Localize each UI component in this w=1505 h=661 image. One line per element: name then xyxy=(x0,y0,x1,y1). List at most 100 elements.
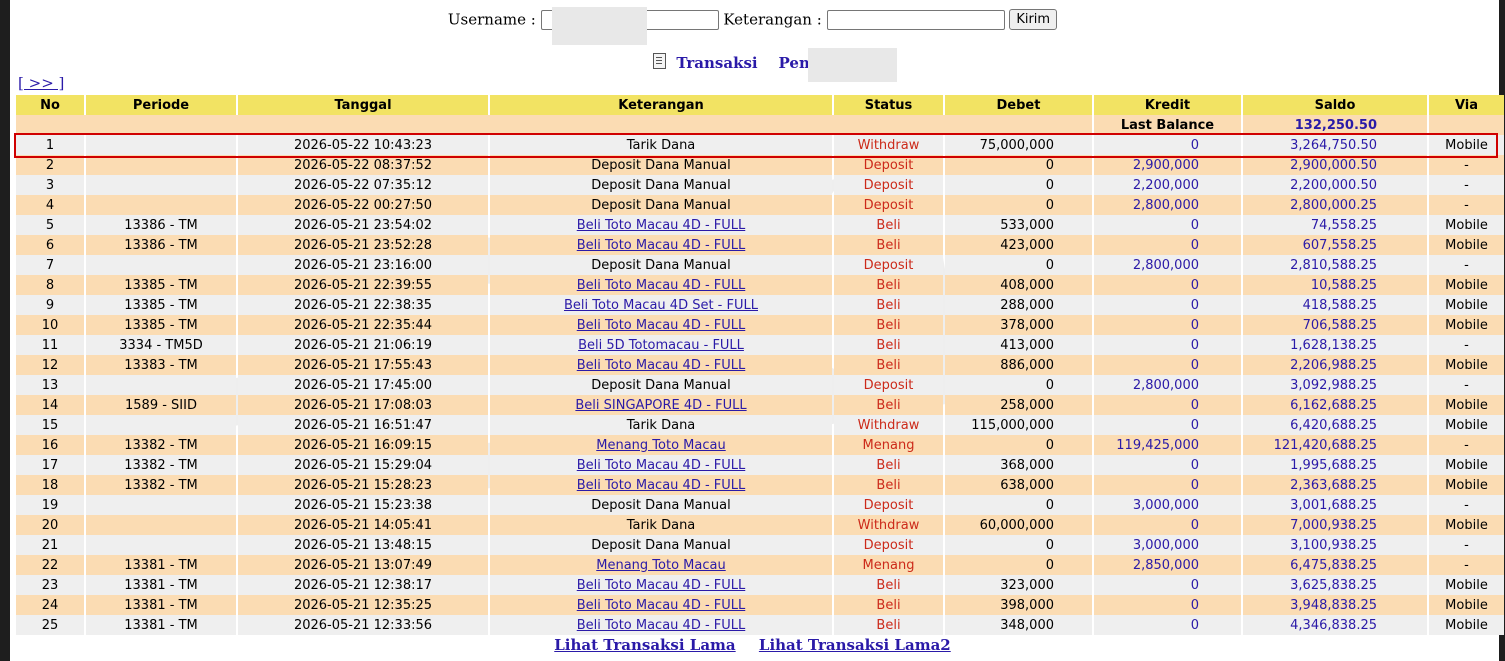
table-row: 1 2026-05-22 10:43:23 Tarik Dana Withdraw 75… xyxy=(16,135,1504,155)
cell-kredit: 2,800,000 xyxy=(1094,255,1241,275)
cell-debet: 368,000 xyxy=(945,455,1092,475)
lihat-transaksi-lama-link[interactable]: Lihat Transaksi Lama xyxy=(554,636,735,654)
cell-status: Beli xyxy=(834,395,943,415)
search-form: Username : Keterangan : Kirim xyxy=(0,9,1505,30)
cell-kredit: 0 xyxy=(1094,135,1241,155)
cell-debet: 60,000,000 xyxy=(945,515,1092,535)
header-debet: Debet xyxy=(945,95,1092,115)
keterangan-link[interactable]: Beli Toto Macau 4D Set - FULL xyxy=(564,298,758,313)
cell-no: 18 xyxy=(16,475,84,495)
keterangan-link[interactable]: Beli Toto Macau 4D - FULL xyxy=(577,238,746,253)
keterangan-link[interactable]: Beli Toto Macau 4D - FULL xyxy=(577,318,746,333)
cell-keterangan: Deposit Dana Manual xyxy=(490,155,832,175)
table-row: 5 13386 - TM 2026-05-21 23:54:02 Beli Toto … xyxy=(16,215,1504,235)
cell-saldo: 607,558.25 xyxy=(1243,235,1427,255)
keterangan-label: Keterangan : xyxy=(723,10,822,29)
kirim-button[interactable]: Kirim xyxy=(1009,9,1058,30)
table-row: 17 13382 - TM 2026-05-21 15:29:04 Beli Toto… xyxy=(16,455,1504,475)
table-row: 14 1589 - SIID 2026-05-21 17:08:03 Beli SIN… xyxy=(16,395,1504,415)
cell-status: Deposit xyxy=(834,495,943,515)
cell-saldo: 3,100,938.25 xyxy=(1243,535,1427,555)
cell-no: 2 xyxy=(16,155,84,175)
transactions-table: No Periode Tanggal Keterangan Status Deb… xyxy=(14,95,1505,635)
cell-tanggal: 2026-05-21 22:38:35 xyxy=(238,295,488,315)
cell-no: 22 xyxy=(16,555,84,575)
last-balance-value: 132,250.50 xyxy=(1243,115,1427,135)
cell-saldo: 2,200,000.50 xyxy=(1243,175,1427,195)
cell-via: Mobile xyxy=(1429,455,1504,475)
cell-saldo: 3,001,688.25 xyxy=(1243,495,1427,515)
keterangan-link[interactable]: Beli Toto Macau 4D - FULL xyxy=(577,578,746,593)
cell-no: 13 xyxy=(16,375,84,395)
cell-via: Mobile xyxy=(1429,295,1504,315)
cell-status: Withdraw xyxy=(834,515,943,535)
cell-status: Beli xyxy=(834,315,943,335)
cell-status: Beli xyxy=(834,235,943,255)
keterangan-link[interactable]: Beli Toto Macau 4D - FULL xyxy=(577,278,746,293)
cell-keterangan: Beli Toto Macau 4D - FULL xyxy=(490,215,832,235)
cell-no: 23 xyxy=(16,575,84,595)
keterangan-link[interactable]: Beli Toto Macau 4D - FULL xyxy=(577,598,746,613)
cell-no: 20 xyxy=(16,515,84,535)
cell-via: - xyxy=(1429,195,1504,215)
cell-keterangan: Beli Toto Macau 4D - FULL xyxy=(490,575,832,595)
cell-status: Beli xyxy=(834,215,943,235)
cell-saldo: 7,000,938.25 xyxy=(1243,515,1427,535)
title-transaksi: Transaksi xyxy=(676,54,758,72)
cell-kredit: 0 xyxy=(1094,475,1241,495)
cell-debet: 0 xyxy=(945,535,1092,555)
cell-tanggal: 2026-05-21 23:54:02 xyxy=(238,215,488,235)
table-row: 22 13381 - TM 2026-05-21 13:07:49 Menang To… xyxy=(16,555,1504,575)
cell-kredit: 0 xyxy=(1094,395,1241,415)
cell-saldo: 6,420,688.25 xyxy=(1243,415,1427,435)
left-edge-bar xyxy=(0,0,10,661)
cell-kredit: 0 xyxy=(1094,235,1241,255)
bottom-links: Lihat Transaksi Lama Lihat Transaksi Lam… xyxy=(0,636,1505,654)
keterangan-link[interactable]: Beli Toto Macau 4D - FULL xyxy=(577,458,746,473)
cell-saldo: 2,810,588.25 xyxy=(1243,255,1427,275)
cell-no: 6 xyxy=(16,235,84,255)
keterangan-link[interactable]: Menang Toto Macau xyxy=(596,438,725,453)
keterangan-link[interactable]: Beli Toto Macau 4D - FULL xyxy=(577,358,746,373)
keterangan-link[interactable]: Beli Toto Macau 4D - FULL xyxy=(577,618,746,633)
cell-debet: 638,000 xyxy=(945,475,1092,495)
cell-status: Beli xyxy=(834,275,943,295)
cell-kredit: 0 xyxy=(1094,415,1241,435)
cell-saldo: 74,558.25 xyxy=(1243,215,1427,235)
lihat-transaksi-lama2-link[interactable]: Lihat Transaksi Lama2 xyxy=(759,636,951,654)
cell-status: Beli xyxy=(834,595,943,615)
cell-no: 14 xyxy=(16,395,84,415)
cell-tanggal: 2026-05-21 15:29:04 xyxy=(238,455,488,475)
cell-kredit: 2,800,000 xyxy=(1094,195,1241,215)
keterangan-link[interactable]: Beli Toto Macau 4D - FULL xyxy=(577,478,746,493)
keterangan-input[interactable] xyxy=(826,9,1005,30)
keterangan-link[interactable]: Beli SINGAPORE 4D - FULL xyxy=(575,398,746,413)
keterangan-link[interactable]: Beli Toto Macau 4D - FULL xyxy=(577,218,746,233)
cell-via: - xyxy=(1429,535,1504,555)
header-keterangan: Keterangan xyxy=(490,95,832,115)
cell-keterangan: Deposit Dana Manual xyxy=(490,375,832,395)
table-row: 18 13382 - TM 2026-05-21 15:28:23 Beli Toto… xyxy=(16,475,1504,495)
cell-saldo: 418,588.25 xyxy=(1243,295,1427,315)
cell-debet: 0 xyxy=(945,555,1092,575)
cell-no: 7 xyxy=(16,255,84,275)
cell-status: Beli xyxy=(834,475,943,495)
keterangan-link[interactable]: Beli 5D Totomacau - FULL xyxy=(578,338,744,353)
cell-status: Withdraw xyxy=(834,415,943,435)
cell-keterangan: Menang Toto Macau xyxy=(490,435,832,455)
cell-status: Menang xyxy=(834,435,943,455)
next-page-link[interactable]: [ >> ] xyxy=(18,74,64,92)
cell-debet: 413,000 xyxy=(945,335,1092,355)
cell-keterangan: Beli Toto Macau 4D - FULL xyxy=(490,475,832,495)
cell-tanggal: 2026-05-21 15:23:38 xyxy=(238,495,488,515)
cell-tanggal: 2026-05-21 15:28:23 xyxy=(238,475,488,495)
cell-keterangan: Beli Toto Macau 4D - FULL xyxy=(490,615,832,635)
cell-via: Mobile xyxy=(1429,475,1504,495)
cell-saldo: 121,420,688.25 xyxy=(1243,435,1427,455)
cell-kredit: 2,850,000 xyxy=(1094,555,1241,575)
keterangan-link[interactable]: Menang Toto Macau xyxy=(596,558,725,573)
cell-tanggal: 2026-05-21 17:55:43 xyxy=(238,355,488,375)
table-row: 2 2026-05-22 08:37:52 Deposit Dana Manual D… xyxy=(16,155,1504,175)
cell-debet: 398,000 xyxy=(945,595,1092,615)
cell-keterangan: Beli Toto Macau 4D Set - FULL xyxy=(490,295,832,315)
